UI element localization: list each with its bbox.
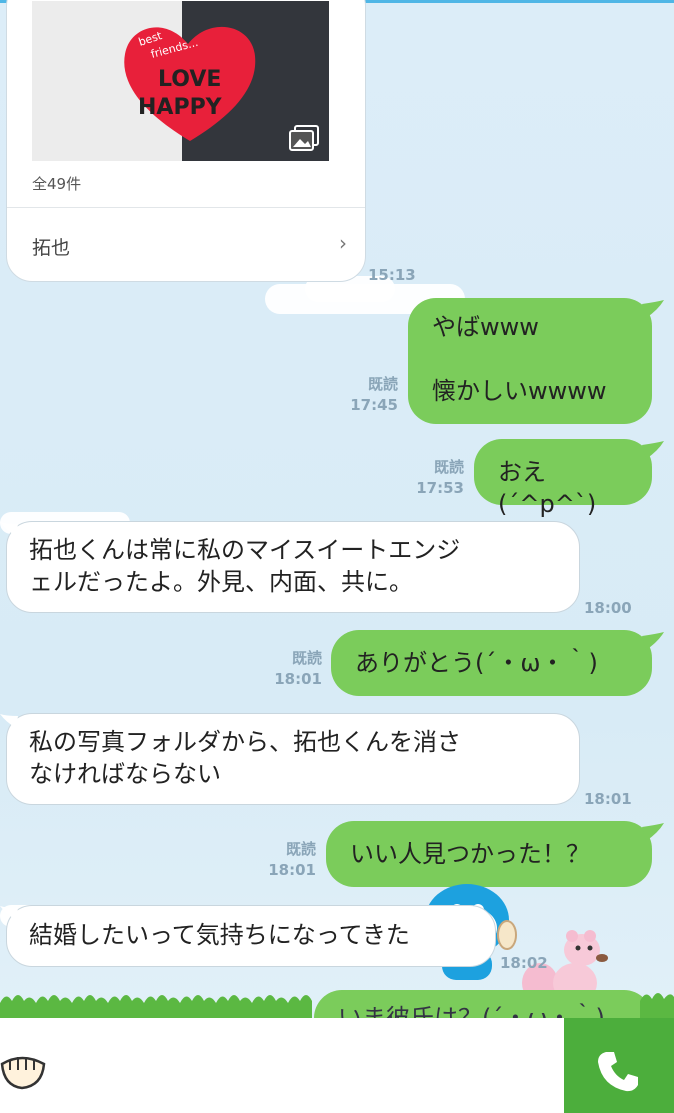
message-line: やばwww [432, 313, 539, 341]
message-meta: 既読 18:01 [258, 839, 316, 881]
outgoing-message[interactable]: やばwww 懐かしいwwww [408, 298, 652, 424]
heart-text-line: HAPPY [138, 95, 223, 120]
read-receipt: 既読 [291, 649, 322, 667]
message-line: ありがとう(´・ω・｀) [355, 649, 598, 677]
message-line: おえ(´^p^`) [498, 458, 597, 518]
message-time: 18:00 [584, 599, 632, 617]
read-receipt: 既読 [285, 840, 316, 858]
album-photo-count: 全49件 [32, 175, 82, 193]
message-time: 15:13 [368, 266, 416, 284]
bubble-tail [0, 522, 18, 536]
chevron-right-icon[interactable]: › [339, 231, 347, 255]
message-line: 拓也くんは常に私のマイスイートエンジ [29, 536, 461, 564]
message-input-bar[interactable] [0, 1018, 564, 1113]
album-card[interactable]: best friends... LOVE HAPPY 全49件 拓也 › [6, 0, 366, 282]
message-line: 懐かしいwwww [432, 377, 607, 405]
heart-sticker: best friends... LOVE HAPPY [124, 26, 256, 141]
message-line: ェルだったよ。外見、内面、共に。 [29, 568, 413, 596]
message-line: いい人見つかった！？ [350, 840, 590, 868]
bubble-tail [0, 714, 18, 728]
photo-icon [289, 125, 319, 151]
bubble-tail [642, 632, 664, 650]
message-time: 18:02 [500, 954, 548, 972]
album-thumbnail[interactable]: best friends... LOVE HAPPY [32, 1, 329, 161]
outgoing-message[interactable]: いい人見つかった！？ [326, 821, 652, 887]
message-time: 18:01 [274, 670, 322, 688]
message-time: 18:01 [584, 790, 632, 808]
bubble-tail [642, 441, 664, 459]
message-meta: 既読 17:53 [406, 457, 464, 499]
message-line: なければならない [29, 760, 221, 788]
incoming-message[interactable]: 私の写真フォルダから、拓也くんを消さ なければならない [6, 713, 580, 805]
sticker-icon[interactable] [0, 1050, 46, 1090]
message-meta: 既読 17:45 [340, 374, 398, 416]
outgoing-message[interactable]: ありがとう(´・ω・｀) [331, 630, 652, 696]
message-meta: 既読 18:01 [264, 648, 322, 690]
message-line [432, 343, 628, 375]
message-time: 17:53 [416, 479, 464, 497]
message-time: 17:45 [350, 396, 398, 414]
heart-text-line: LOVE [158, 67, 221, 92]
message-line: 結婚したいって気持ちになってきた [29, 921, 410, 949]
message-line: 私の写真フォルダから、拓也くんを消さ [29, 728, 461, 756]
message-time: 18:01 [268, 861, 316, 879]
phone-icon [598, 1052, 638, 1092]
read-receipt: 既読 [367, 375, 398, 393]
bubble-tail [642, 823, 664, 841]
divider [7, 207, 365, 208]
bubble-tail [0, 906, 18, 920]
album-name: 拓也 [32, 237, 71, 259]
incoming-message[interactable]: 拓也くんは常に私のマイスイートエンジ ェルだったよ。外見、内面、共に。 [6, 521, 580, 613]
read-receipt: 既読 [433, 458, 464, 476]
bubble-tail [642, 300, 664, 318]
incoming-message[interactable]: 結婚したいって気持ちになってきた [6, 905, 496, 967]
call-button[interactable] [564, 1018, 674, 1113]
outgoing-message[interactable]: おえ(´^p^`) [474, 439, 652, 518]
